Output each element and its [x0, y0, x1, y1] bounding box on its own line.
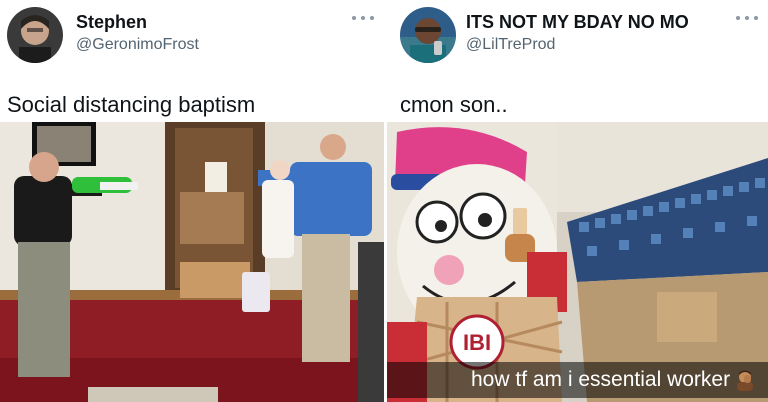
caption-text: how tf am i essential worker [471, 368, 731, 391]
avatar[interactable] [7, 7, 63, 63]
tweet-text: Social distancing baptism [7, 92, 256, 117]
tweet-photo[interactable]: IBI how tf am i essential worker [387, 122, 768, 402]
tweet-card-left: Stephen @GeronimoFrost Social distancing… [0, 0, 384, 402]
tweet-photo[interactable] [0, 122, 384, 402]
more-dots-icon[interactable] [736, 10, 758, 26]
more-dots-icon[interactable] [352, 10, 374, 26]
tweet-text: cmon son.. [400, 92, 508, 117]
author-name[interactable]: Stephen [76, 12, 147, 33]
author-handle[interactable]: @LilTreProd [466, 36, 555, 54]
tweet-card-right: ITS NOT MY BDAY NO MO @LilTreProd cmon s… [384, 0, 768, 402]
photo-caption: how tf am i essential worker [387, 362, 768, 398]
author-handle[interactable]: @GeronimoFrost [76, 36, 199, 54]
person-facepalming-emoji-icon [734, 369, 756, 391]
author-name[interactable]: ITS NOT MY BDAY NO MO [466, 12, 689, 33]
avatar[interactable] [400, 7, 456, 63]
mascot-badge-text: IBI [463, 330, 491, 355]
